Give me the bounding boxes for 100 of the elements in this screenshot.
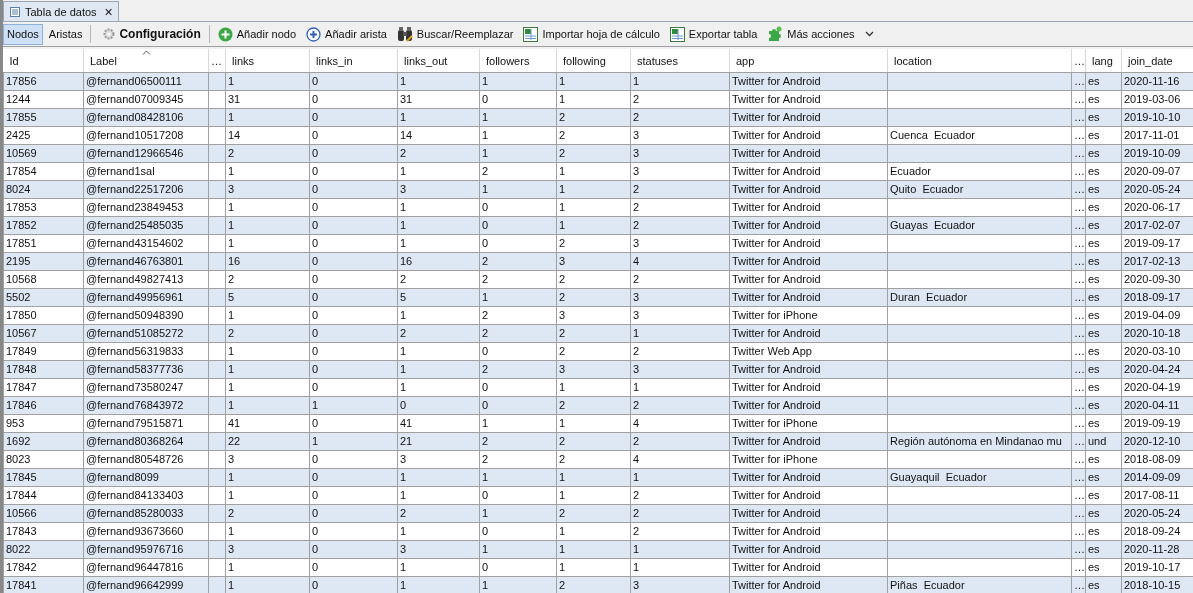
toolbar-button[interactable]: Configuración: [99, 23, 205, 45]
table-cell: 1: [482, 543, 489, 555]
table-cell: 4: [633, 453, 640, 465]
table-cell: 5502: [6, 291, 31, 303]
table-cell: 17848: [6, 363, 37, 375]
table-cell: 17842: [6, 561, 37, 573]
table-cell: 2019-04-09: [1124, 309, 1181, 321]
table-cell: 17847: [6, 381, 37, 393]
table-cell: 2: [400, 273, 407, 285]
table-cell: 1: [633, 381, 640, 393]
table-cell: Twitter for Android: [732, 363, 821, 375]
table-cell: 2: [633, 525, 640, 537]
table-cell: @fernand96642999: [86, 579, 184, 591]
column-header[interactable]: lang: [1085, 49, 1122, 73]
table-cell: …: [1074, 561, 1085, 573]
table-cell: @fernand76843972: [86, 399, 184, 411]
table-cell: 2: [400, 147, 407, 159]
view-toggle[interactable]: Aristas: [44, 23, 87, 45]
table-cell: Twitter for Android: [732, 111, 821, 123]
table-cell: 0: [482, 525, 489, 537]
table-cell: 3: [400, 183, 407, 195]
table-cell: 953: [6, 417, 25, 429]
table-cell: 1: [559, 201, 566, 213]
column-header[interactable]: statuses: [630, 49, 730, 73]
table-cell: 2020-09-30: [1124, 273, 1181, 285]
table-cell: 1: [482, 471, 489, 483]
table-cell: 17841: [6, 579, 37, 591]
table-cell: 2020-03-10: [1124, 345, 1181, 357]
table-cell: @fernand46763801: [86, 255, 184, 267]
table-cell: 1: [400, 111, 407, 123]
table-cell: 2: [633, 489, 640, 501]
table-cell: Twitter for Android: [732, 381, 821, 393]
column-header[interactable]: links: [225, 49, 310, 73]
table-cell: 1: [482, 129, 489, 141]
table-cell: @fernand12966546: [86, 147, 184, 159]
toolbar-button[interactable]: Más acciones: [763, 23, 878, 45]
table-cell: 0: [312, 183, 319, 195]
toolbar-button[interactable]: Exportar tabla: [665, 23, 762, 45]
table-cell: 0: [312, 219, 319, 231]
view-toggle[interactable]: Nodos: [3, 23, 43, 45]
column-header[interactable]: …: [208, 49, 226, 73]
table-cell: 1: [228, 381, 235, 393]
table-cell: 2: [559, 579, 566, 591]
table-cell: 5: [400, 291, 407, 303]
table-cell: 2018-10-15: [1124, 579, 1181, 591]
table-cell: es: [1088, 399, 1100, 411]
column-header[interactable]: Id: [3, 49, 84, 73]
table-cell: 2: [482, 435, 489, 447]
toolbar-button[interactable]: Añadir arista: [302, 23, 391, 45]
column-header[interactable]: app: [729, 49, 888, 73]
column-header[interactable]: …: [1071, 49, 1086, 73]
table-cell: 1: [228, 489, 235, 501]
table-cell: 3: [228, 453, 235, 465]
table-cell: 1: [228, 561, 235, 573]
table-cell: Guayas Ecuador: [890, 219, 975, 231]
table-cell: 1: [559, 219, 566, 231]
toolbar-button[interactable]: Importar hoja de cálculo: [519, 23, 664, 45]
table-cell: 2: [559, 345, 566, 357]
table-cell: 2020-12-10: [1124, 435, 1181, 447]
close-button[interactable]: ×: [104, 3, 113, 20]
column-header[interactable]: followers: [479, 49, 557, 73]
table-cell: es: [1088, 363, 1100, 375]
table-cell: 14: [400, 129, 413, 141]
table-cell: 5: [228, 291, 235, 303]
table-cell: 17851: [6, 237, 37, 249]
table-cell: @fernand07009345: [86, 93, 184, 105]
column-header[interactable]: links_out: [397, 49, 480, 73]
table-cell: 1: [400, 363, 407, 375]
table-cell: Twitter for Android: [732, 93, 821, 105]
table-cell: …: [1074, 183, 1085, 195]
table-cell: 17843: [6, 525, 37, 537]
toolbar-button[interactable]: Añadir nodo: [213, 23, 301, 45]
table-cell: 1: [228, 219, 235, 231]
table-cell: 1: [400, 381, 407, 393]
toolbar-button[interactable]: Buscar/Reemplazar: [392, 23, 518, 45]
table-cell: Twitter for Android: [732, 561, 821, 573]
table-cell: @fernand58377736: [86, 363, 184, 375]
tab[interactable]: Tabla de datos ×: [3, 1, 119, 21]
column-header[interactable]: location: [887, 49, 1072, 73]
table-cell: 0: [312, 471, 319, 483]
table-cell: 2019-10-09: [1124, 147, 1181, 159]
table-cell: 1: [633, 75, 640, 87]
column-header[interactable]: following: [556, 49, 631, 73]
table-cell: 2014-09-09: [1124, 471, 1181, 483]
table-cell: 2: [228, 273, 235, 285]
column-header[interactable]: Label: [83, 49, 209, 73]
table-cell: 2019-10-10: [1124, 111, 1181, 123]
table-cell: …: [1074, 201, 1085, 213]
table-cell: 3: [633, 129, 640, 141]
table-cell: Duran Ecuador: [890, 291, 968, 303]
table-cell: …: [1074, 399, 1085, 411]
table-cell: 2195: [6, 255, 31, 267]
table-cell: Twitter for Android: [732, 525, 821, 537]
column-header[interactable]: join_date: [1121, 49, 1193, 73]
table-cell: 2: [228, 147, 235, 159]
column-header[interactable]: links_in: [309, 49, 398, 73]
table-cell: es: [1088, 543, 1100, 555]
table-cell: @fernand06500111: [86, 75, 182, 87]
table-cell: 17853: [6, 201, 37, 213]
table-cell: 0: [312, 579, 319, 591]
